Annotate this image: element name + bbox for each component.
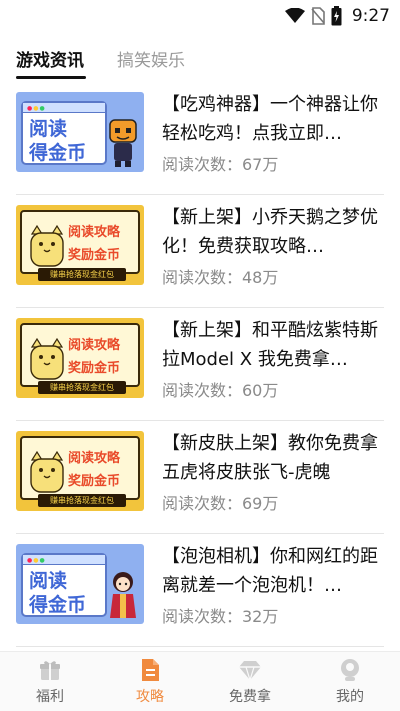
battery-charging-icon <box>331 6 342 26</box>
nav-label: 福利 <box>36 689 64 705</box>
character-icon <box>110 572 136 618</box>
top-tabs: 游戏资讯 搞笑娱乐 <box>0 32 400 82</box>
article-thumbnail: 阅读攻略 奖励金币 赚串抢落现金红包 <box>16 318 144 398</box>
wifi-icon <box>284 8 305 23</box>
article-item[interactable]: 阅读攻略 奖励金币 赚串抢落现金红包 【新皮肤上架】教你免费拿五虎将皮肤张飞-虎… <box>16 421 384 534</box>
article-item[interactable]: 阅读攻略 奖励金币 赚串抢落现金红包 【新上架】小乔天鹅之梦优化！免费获取攻略…… <box>16 195 384 308</box>
tab-funny-entertainment[interactable]: 搞笑娱乐 <box>117 46 185 71</box>
nav-label: 我的 <box>336 689 364 705</box>
nav-label: 免费拿 <box>229 689 271 705</box>
nav-free-claim[interactable]: 免费拿 <box>200 652 300 711</box>
nav-label: 攻略 <box>136 689 164 705</box>
mascot-icon <box>109 119 137 167</box>
diamond-icon <box>239 661 261 682</box>
status-icons: 9:27 <box>284 5 390 27</box>
article-title[interactable]: 【泡泡相机】你和网红的距离就差一个泡泡机！… <box>162 542 384 600</box>
bottom-navigation: 福利 攻略 免费拿 我的 <box>0 651 400 711</box>
gift-icon <box>40 661 60 680</box>
article-title[interactable]: 【新皮肤上架】教你免费拿五虎将皮肤张飞-虎魄 <box>162 429 384 487</box>
cat-mascot-icon <box>30 450 64 493</box>
article-title[interactable]: 【新上架】和平酷炫紫特斯拉Model X 我免费拿… <box>162 316 384 374</box>
article-read-count: 阅读次数：67万 <box>162 155 279 174</box>
nav-guide[interactable]: 攻略 <box>100 652 200 711</box>
article-read-count: 阅读次数：60万 <box>162 381 279 400</box>
article-item[interactable]: ●●● 阅读 得金币 【泡泡相机】你和网红的距离就差一个泡泡机！… 阅读次数：32… <box>16 534 384 647</box>
article-thumbnail: 阅读攻略 奖励金币 赚串抢落现金红包 <box>16 431 144 511</box>
nav-profile[interactable]: 我的 <box>300 652 400 711</box>
article-thumbnail: ●●● 阅读 得金币 <box>16 92 144 172</box>
article-read-count: 阅读次数：32万 <box>162 607 279 626</box>
cat-mascot-icon <box>30 224 64 267</box>
article-thumbnail: ●●● 阅读 得金币 <box>16 544 144 624</box>
article-read-count: 阅读次数：69万 <box>162 494 279 513</box>
tab-game-news[interactable]: 游戏资讯 <box>16 46 84 71</box>
no-sim-icon <box>311 7 325 25</box>
active-tab-indicator <box>16 76 86 79</box>
article-item[interactable]: 阅读攻略 奖励金币 赚串抢落现金红包 【新上架】和平酷炫紫特斯拉Model X … <box>16 308 384 421</box>
article-title[interactable]: 【吃鸡神器】一个神器让你轻松吃鸡！点我立即… <box>162 90 384 148</box>
status-bar: 9:27 <box>0 0 400 32</box>
article-thumbnail: 阅读攻略 奖励金币 赚串抢落现金红包 <box>16 205 144 285</box>
article-item[interactable]: ●●● 阅读 得金币 【吃鸡神器】一个神器让你轻松吃鸡！点我立即… 阅读次数：67… <box>16 82 384 195</box>
profile-icon <box>341 659 359 681</box>
nav-welfare[interactable]: 福利 <box>0 652 100 711</box>
clock: 9:27 <box>351 6 390 26</box>
article-read-count: 阅读次数：48万 <box>162 268 279 287</box>
document-icon <box>142 659 159 681</box>
article-title[interactable]: 【新上架】小乔天鹅之梦优化！免费获取攻略… <box>162 203 384 261</box>
cat-mascot-icon <box>30 337 64 380</box>
